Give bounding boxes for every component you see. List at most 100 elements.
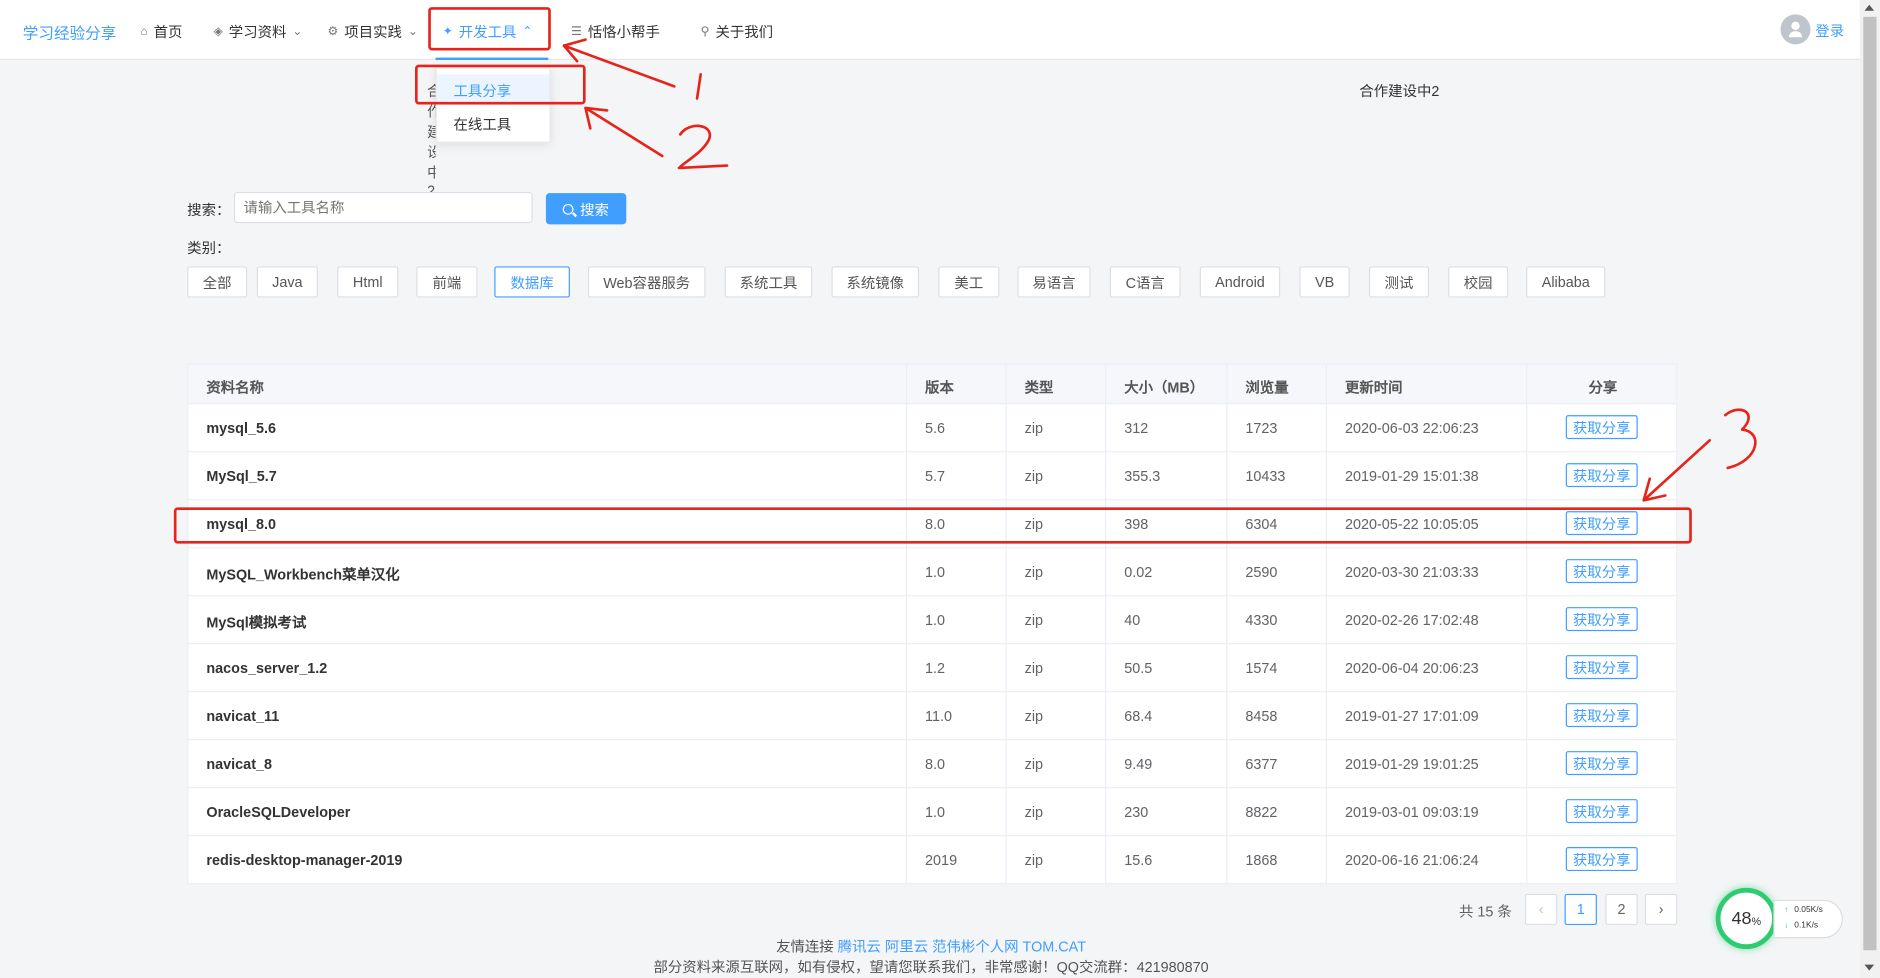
pagination-page-2[interactable]: 2 [1605, 893, 1638, 926]
category-alibaba[interactable]: Alibaba [1526, 266, 1606, 298]
upload-rate-value: 0.05K/s [1794, 905, 1823, 915]
page: 学习经验分享 ⌂ 首页 ◈ 学习资料 ⌄ ⚙ 项目实践 ⌄ ✦ 开发工具 ⌃ ☰… [0, 0, 1880, 978]
scroll-down-icon[interactable] [1864, 964, 1875, 971]
nav-about-label: 关于我们 [715, 23, 774, 41]
nav-about[interactable]: ⚲ 关于我们 [701, 22, 773, 42]
cell-views: 1574 [1245, 659, 1278, 677]
category-e-language[interactable]: 易语言 [1017, 266, 1091, 298]
help-icon: ☰ [571, 25, 582, 39]
pagination-next-button[interactable]: › [1644, 893, 1678, 926]
cell-updated: 2020-06-16 21:06:24 [1344, 851, 1479, 869]
cell-version: 2019 [925, 851, 958, 869]
table-row: navicat_8 8.0 zip 9.49 6377 2019-01-29 19:01:… [188, 740, 1677, 789]
cell-updated: 2019-01-29 19:01:25 [1344, 755, 1479, 773]
category-database[interactable]: 数据库 [494, 266, 570, 298]
get-share-button[interactable]: 获取分享 [1565, 655, 1638, 680]
get-share-button[interactable]: 获取分享 [1565, 751, 1638, 776]
category-design[interactable]: 美工 [938, 266, 1000, 298]
cell-updated: 2020-06-03 22:06:23 [1344, 419, 1479, 437]
search-button[interactable]: 搜索 [545, 193, 627, 225]
tools-icon: ✦ [442, 25, 453, 39]
pagination-total: 共 15 条 [1458, 903, 1512, 921]
annotation-digit-2 [677, 124, 729, 170]
nav-dev-tools[interactable]: ✦ 开发工具 ⌃ [443, 22, 533, 42]
pagination-prev-button[interactable]: ‹ [1524, 893, 1558, 926]
category-label: 类别： [187, 239, 231, 257]
table-row: mysql_5.6 5.6 zip 312 1723 2020-06-03 22:06:2… [188, 404, 1677, 453]
annotation-arrow-2 [584, 106, 664, 158]
footer-link-aliyun[interactable]: 阿里云 [885, 938, 928, 955]
login-link[interactable]: 登录 [1815, 20, 1844, 40]
nav-helper[interactable]: ☰ 恬恪小帮手 [571, 22, 660, 42]
get-share-button[interactable]: 获取分享 [1565, 463, 1638, 488]
cell-version: 5.6 [925, 419, 946, 437]
download-rate: ↓ 0.1K/s [1784, 921, 1818, 929]
cell-type: zip [1024, 803, 1044, 821]
cell-updated: 2020-06-04 20:06:23 [1344, 659, 1479, 677]
category-c-language[interactable]: C语言 [1109, 266, 1181, 298]
table-header: 资料名称 版本 类型 大小（MB） 浏览量 更新时间 分享 [188, 364, 1677, 405]
cell-size: 398 [1124, 515, 1149, 533]
chevron-down-icon: ⌄ [292, 25, 303, 39]
cell-name: MySql_5.7 [206, 467, 277, 485]
cell-name: OracleSQLDeveloper [206, 803, 351, 821]
get-share-button[interactable]: 获取分享 [1565, 847, 1638, 872]
cell-type: zip [1024, 755, 1044, 773]
scrollbar-thumb[interactable] [1863, 16, 1877, 951]
dropdown-item-tool-share[interactable]: 工具分享 [454, 80, 512, 100]
category-html[interactable]: Html [337, 266, 399, 298]
brand-logo[interactable]: 学习经验分享 [23, 20, 117, 43]
search-input[interactable] [233, 191, 533, 224]
get-share-button[interactable]: 获取分享 [1565, 415, 1638, 440]
category-system-images[interactable]: 系统镜像 [831, 266, 920, 298]
table-row: nacos_server_1.2 1.2 zip 50.5 1574 2020-06-04… [188, 644, 1677, 693]
get-share-button[interactable]: 获取分享 [1565, 511, 1638, 536]
cell-views: 6377 [1245, 755, 1278, 773]
layers-icon: ◈ [213, 25, 223, 39]
category-frontend[interactable]: 前端 [416, 266, 478, 298]
cell-views: 1868 [1245, 851, 1278, 869]
avatar[interactable] [1780, 14, 1811, 45]
footer-link-personal[interactable]: 范伟彬个人网 [932, 938, 1018, 955]
get-share-button[interactable]: 获取分享 [1565, 559, 1638, 584]
category-all[interactable]: 全部 [187, 266, 248, 298]
get-share-button[interactable]: 获取分享 [1565, 607, 1638, 632]
cell-name: navicat_11 [206, 707, 280, 725]
cell-type: zip [1024, 515, 1044, 533]
get-share-button[interactable]: 获取分享 [1565, 703, 1638, 728]
cell-type: zip [1024, 851, 1044, 869]
category-java[interactable]: Java [256, 266, 318, 298]
footer-link-tencent[interactable]: 腾讯云 [838, 938, 881, 955]
top-navbar: 学习经验分享 ⌂ 首页 ◈ 学习资料 ⌄ ⚙ 项目实践 ⌄ ✦ 开发工具 ⌃ ☰… [0, 0, 1860, 60]
annotation-digit-3 [1723, 408, 1757, 470]
dev-tools-dropdown: 工具分享 在线工具 [435, 67, 551, 143]
nav-home[interactable]: ⌂ 首页 [140, 22, 182, 42]
category-campus[interactable]: 校园 [1448, 266, 1509, 298]
cell-views: 6304 [1245, 515, 1278, 533]
cell-updated: 2019-01-29 15:01:38 [1344, 467, 1479, 485]
scroll-up-icon[interactable] [1864, 4, 1875, 11]
upload-arrow-icon: ↑ [1784, 905, 1789, 915]
table-row: MySql模拟考试 1.0 zip 40 4330 2020-02-26 17:02:48… [188, 596, 1677, 645]
table-row: MySQL_Workbench菜单汉化 1.0 zip 0.02 2590 2020-03… [188, 548, 1677, 597]
cell-updated: 2019-01-27 17:01:09 [1344, 707, 1479, 725]
cell-size: 9.49 [1124, 755, 1153, 773]
cell-views: 8458 [1245, 707, 1278, 725]
category-vb[interactable]: VB [1299, 266, 1350, 298]
cell-views: 4330 [1245, 611, 1278, 629]
category-system-tools[interactable]: 系统工具 [724, 266, 813, 298]
chevron-down-icon: ⌄ [407, 25, 418, 39]
category-android[interactable]: Android [1199, 266, 1281, 298]
category-test[interactable]: 测试 [1368, 266, 1429, 298]
get-share-button[interactable]: 获取分享 [1565, 799, 1638, 824]
footer-link-tomcat[interactable]: TOM.CAT [1023, 938, 1086, 955]
category-web-container[interactable]: Web容器服务 [587, 266, 706, 298]
dropdown-item-online-tools[interactable]: 在线工具 [454, 114, 512, 134]
cell-version: 8.0 [925, 515, 946, 533]
pagination-page-1[interactable]: 1 [1564, 893, 1597, 926]
speed-widget-percent[interactable]: 48% [1715, 887, 1777, 950]
nav-study-materials[interactable]: ◈ 学习资料 ⌄ [214, 22, 303, 42]
nav-projects[interactable]: ⚙ 项目实践 ⌄ [328, 22, 418, 42]
cell-updated: 2020-03-30 21:03:33 [1344, 563, 1479, 581]
settings-icon: ⚙ [327, 25, 339, 39]
